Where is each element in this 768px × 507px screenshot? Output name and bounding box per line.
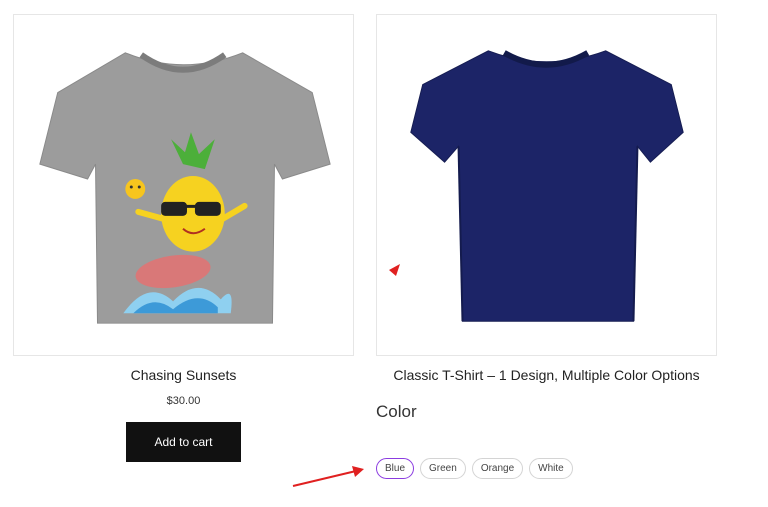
color-option-label: Color [376, 402, 417, 421]
sun-graphic [125, 179, 146, 199]
color-swatch-group: Blue Green Orange White [376, 458, 573, 479]
gray-tshirt-image [39, 52, 331, 324]
color-swatch-orange[interactable]: Orange [471, 458, 524, 479]
product-image-chasing-sunsets[interactable] [13, 14, 354, 356]
add-to-cart-button[interactable]: Add to cart [126, 422, 241, 462]
product-title-chasing-sunsets[interactable]: Chasing Sunsets [13, 367, 354, 383]
product-title-classic-tshirt[interactable]: Classic T-Shirt – 1 Design, Multiple Col… [376, 367, 717, 383]
navy-tshirt-image [410, 50, 684, 322]
color-swatch-white[interactable]: White [529, 458, 573, 479]
color-swatch-green[interactable]: Green [420, 458, 466, 479]
red-arrow-icon [292, 466, 364, 487]
color-swatch-blue[interactable]: Blue [376, 458, 415, 479]
product-image-classic-tshirt[interactable] [376, 14, 717, 356]
product-price: $30.00 [166, 395, 201, 407]
